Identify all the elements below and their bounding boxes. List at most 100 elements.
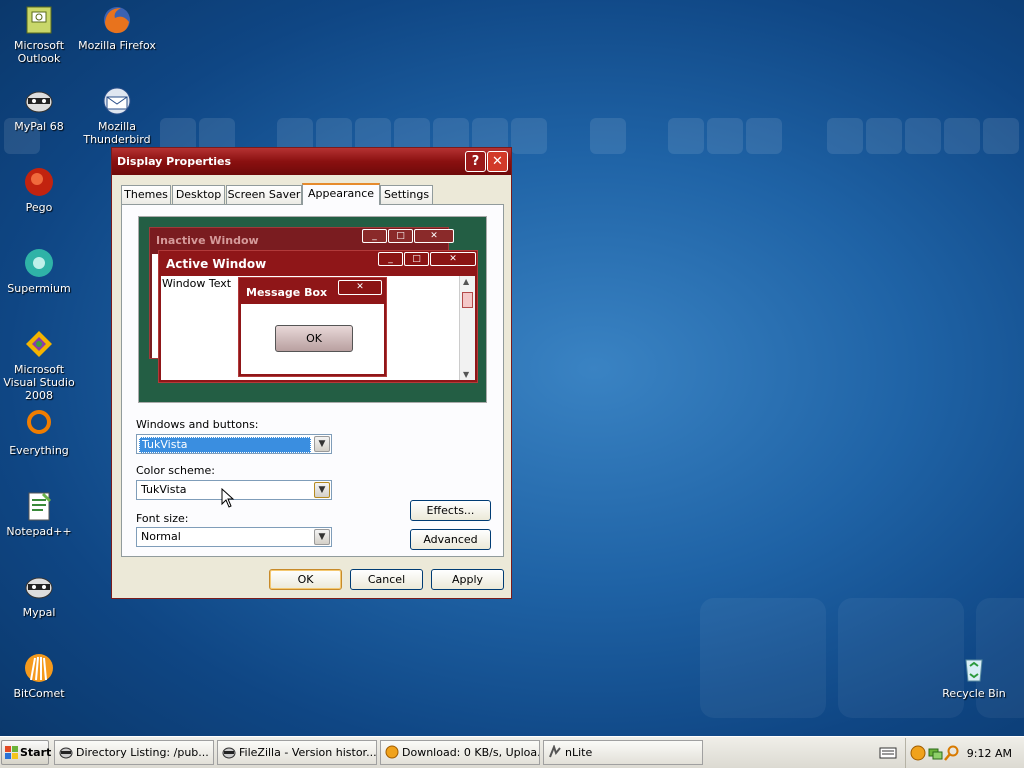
everything-icon — [23, 409, 55, 441]
mouse-cursor-icon — [221, 487, 235, 512]
raccoon-icon — [222, 747, 236, 759]
desktop-icon-label: Mypal — [22, 606, 56, 619]
desktop-icon-label: Mozilla Firefox — [78, 39, 156, 52]
tab-themes[interactable]: Themes — [121, 185, 171, 204]
start-label: Start — [20, 746, 52, 759]
task-label: nLite — [565, 746, 593, 759]
raccoon-icon — [23, 571, 55, 603]
desktop-icon-visual-studio[interactable]: Microsoft Visual Studio 2008 — [0, 328, 78, 402]
desktop-icon-label: Notepad++ — [6, 525, 72, 538]
desktop-icon-label: Mozilla Thunderbird — [83, 120, 151, 146]
thunderbird-icon — [101, 85, 133, 117]
tab-appearance[interactable]: Appearance — [302, 183, 380, 205]
task-label: Download: 0 KB/s, Uploa... — [402, 746, 540, 759]
font-size-select[interactable]: Normal ▼ — [136, 527, 332, 547]
taskbar-item-download[interactable]: Download: 0 KB/s, Uploa... — [380, 740, 540, 765]
maximize-icon: □ — [404, 252, 429, 266]
desktop-icon-label: Recycle Bin — [942, 687, 1006, 700]
visual-studio-icon — [23, 328, 55, 360]
advanced-button[interactable]: Advanced — [410, 529, 491, 550]
notepad-icon — [23, 490, 55, 522]
active-window-title: Active Window — [166, 257, 267, 271]
taskbar-item-nlite[interactable]: nLite — [543, 740, 703, 765]
apply-button[interactable]: Apply — [431, 569, 504, 590]
download-icon — [385, 745, 399, 759]
search-icon[interactable] — [944, 745, 960, 761]
effects-button[interactable]: Effects... — [410, 500, 491, 521]
close-button[interactable]: ✕ — [487, 151, 508, 172]
desktop-icon-pego[interactable]: Pego — [0, 166, 78, 214]
clock: 9:12 AM — [966, 747, 1012, 760]
desktop-icon-outlook[interactable]: Microsoft Outlook — [0, 4, 78, 65]
desktop-icon-bitcomet[interactable]: BitComet — [0, 652, 78, 700]
task-label: FileZilla - Version histor... — [239, 746, 377, 759]
start-button[interactable]: Start — [1, 740, 52, 765]
close-icon: ✕ — [430, 252, 476, 266]
chevron-down-icon[interactable]: ▼ — [314, 529, 330, 545]
desktop-icon-label: Microsoft Visual Studio 2008 — [3, 363, 75, 402]
taskbar-item-filezilla[interactable]: FileZilla - Version histor... — [217, 740, 377, 765]
close-icon: ✕ — [414, 229, 454, 243]
font-size-value: Normal — [141, 530, 181, 543]
inactive-window-title: Inactive Window — [156, 234, 259, 247]
desktop-icon-mypal[interactable]: Mypal — [0, 571, 78, 619]
desktop-icon-label: Microsoft Outlook — [13, 39, 65, 65]
windows-buttons-value: TukVista — [139, 437, 311, 453]
preview-scrollbar: ▲ ▼ — [459, 276, 475, 380]
bitcomet-icon — [23, 652, 55, 684]
desktop-icon-mypal68[interactable]: MyPal 68 — [0, 85, 78, 133]
appearance-panel: Inactive Window _ □ ✕ Active Window _ □ … — [121, 204, 504, 557]
desktop-icon-label: BitComet — [13, 687, 65, 700]
taskbar-item-directory-listing[interactable]: Directory Listing: /pub... — [54, 740, 214, 765]
maximize-icon: □ — [388, 229, 413, 243]
help-button[interactable]: ? — [465, 151, 486, 172]
supermium-icon — [23, 247, 55, 279]
raccoon-icon — [23, 85, 55, 117]
task-label: Directory Listing: /pub... — [76, 746, 209, 759]
title-bar[interactable]: Display Properties ? ✕ — [112, 148, 511, 175]
desktop-icon-label: Everything — [9, 444, 69, 457]
raccoon-icon — [59, 747, 73, 759]
desktop-icon-recycle-bin[interactable]: Recycle Bin — [935, 652, 1013, 700]
desktop-icon-thunderbird[interactable]: Mozilla Thunderbird — [78, 85, 156, 146]
recycle-bin-icon — [958, 652, 990, 684]
window-text: Window Text — [162, 277, 232, 290]
font-size-label: Font size: — [136, 512, 189, 525]
desktop-icon-everything[interactable]: Everything — [0, 409, 78, 457]
desktop-icon-notepadpp[interactable]: Notepad++ — [0, 490, 78, 538]
ok-button[interactable]: OK — [269, 569, 342, 590]
desktop-icon-label: Pego — [25, 201, 53, 214]
cancel-button[interactable]: Cancel — [350, 569, 423, 590]
minimize-icon: _ — [378, 252, 403, 266]
windows-buttons-select[interactable]: TukVista ▼ — [136, 434, 332, 454]
tab-screen-saver[interactable]: Screen Saver — [226, 185, 302, 204]
color-scheme-label: Color scheme: — [136, 464, 215, 477]
network-icon[interactable] — [927, 745, 943, 761]
minimize-icon: _ — [362, 229, 387, 243]
windows-logo-icon — [5, 746, 18, 759]
preview-ok-button: OK — [275, 325, 353, 352]
message-box-title: Message Box — [246, 286, 328, 299]
desktop-icon-label: MyPal 68 — [14, 120, 64, 133]
keyboard-icon[interactable] — [879, 746, 897, 760]
download-tray-icon[interactable] — [910, 745, 926, 761]
tab-desktop[interactable]: Desktop — [172, 185, 225, 204]
desktop-icon-supermium[interactable]: Supermium — [0, 247, 78, 295]
close-icon: ✕ — [338, 280, 382, 295]
appearance-preview: Inactive Window _ □ ✕ Active Window _ □ … — [138, 216, 487, 403]
desktop-icon-label: Supermium — [7, 282, 71, 295]
message-box-preview: Message Box ✕ OK — [238, 277, 387, 377]
desktop-icon-firefox[interactable]: Mozilla Firefox — [78, 4, 156, 52]
tab-settings[interactable]: Settings — [380, 185, 433, 204]
pego-icon — [23, 166, 55, 198]
windows-buttons-label: Windows and buttons: — [136, 418, 259, 431]
nlite-icon — [549, 745, 561, 758]
system-tray: 9:12 AM — [905, 738, 1024, 768]
window-title: Display Properties — [117, 155, 232, 168]
outlook-icon — [23, 4, 55, 36]
chevron-down-icon[interactable]: ▼ — [314, 482, 330, 498]
chevron-down-icon[interactable]: ▼ — [314, 436, 330, 452]
firefox-icon — [101, 4, 133, 36]
taskbar: Start Directory Listing: /pub... FileZil… — [0, 736, 1024, 768]
display-properties-window: Display Properties ? ✕ Themes Desktop Sc… — [111, 147, 512, 599]
